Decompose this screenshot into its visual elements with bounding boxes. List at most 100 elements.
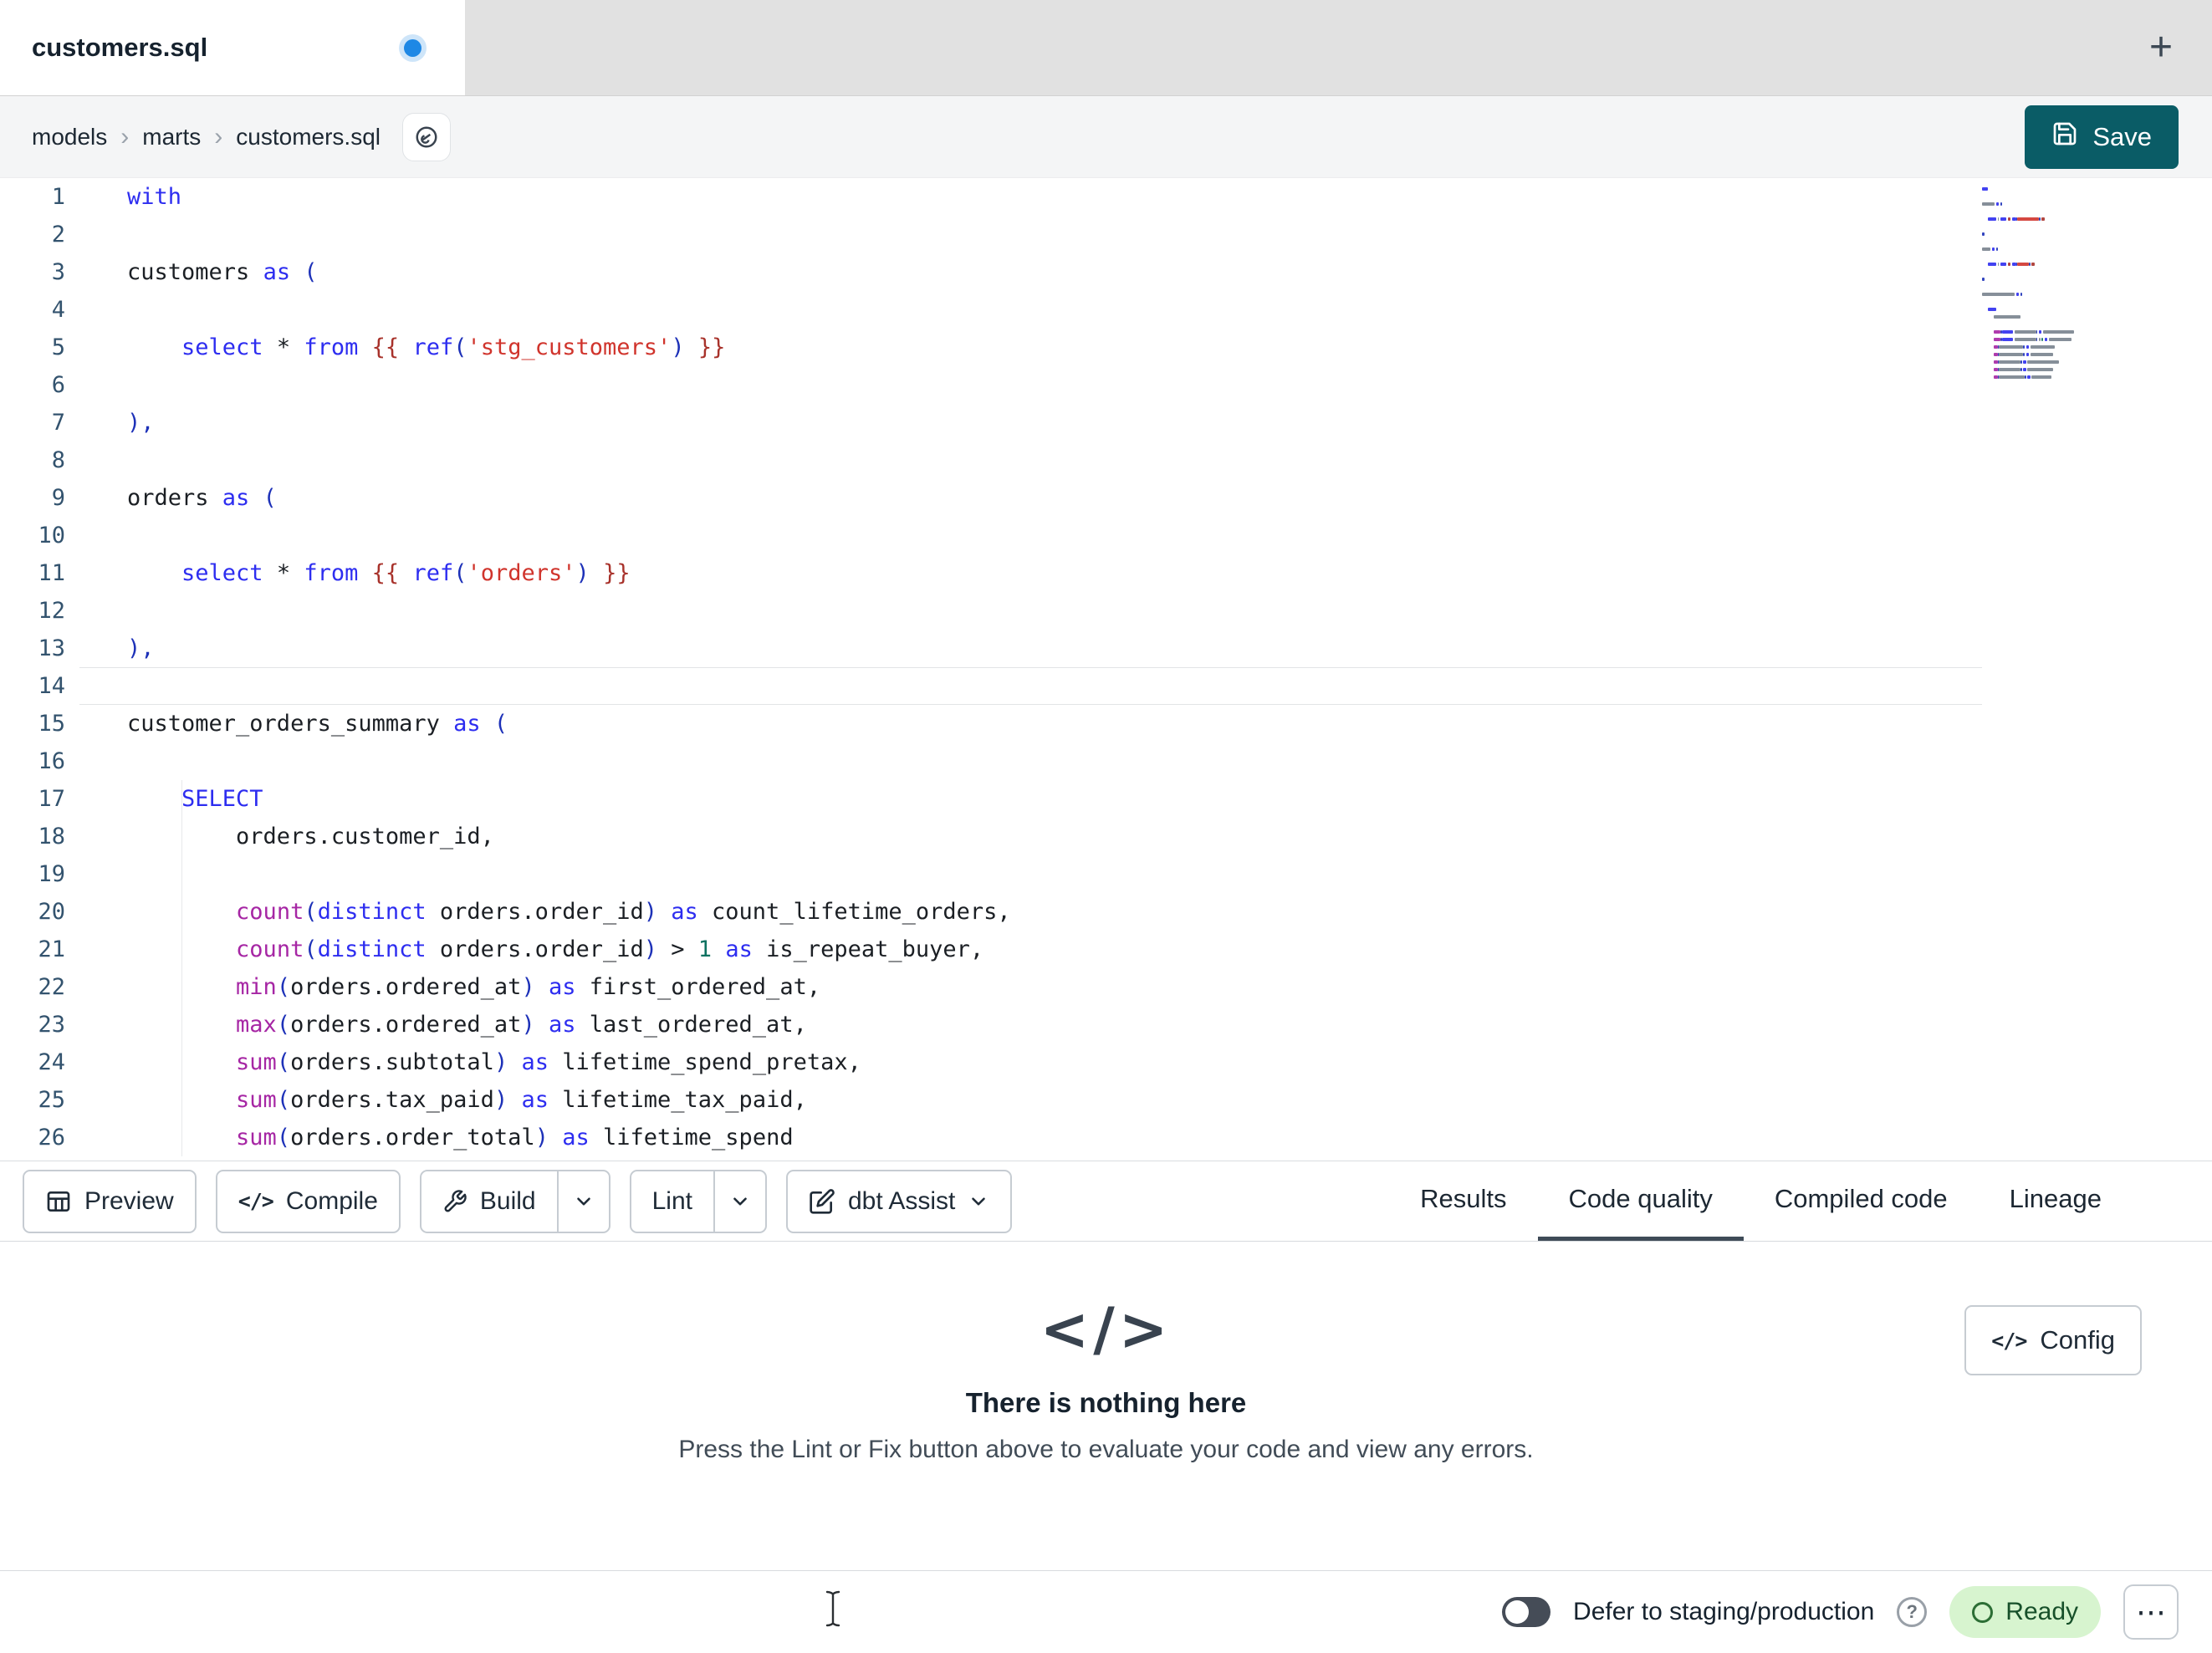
file-action-button[interactable] [401, 112, 451, 161]
ellipsis-icon: ⋯ [2136, 1594, 2166, 1629]
dbt-assist-button[interactable]: dbt Assist [786, 1169, 1013, 1233]
save-button[interactable]: Save [2025, 105, 2179, 169]
defer-toggle[interactable] [1502, 1597, 1551, 1627]
breadcrumb-item-marts[interactable]: marts [142, 124, 201, 151]
line-number: 10 [38, 523, 65, 548]
code-line-14[interactable]: 14 [0, 667, 2212, 705]
code-line-4[interactable]: 4 [0, 291, 2212, 329]
code-line-1[interactable]: 1 with [0, 178, 2212, 216]
overflow-menu-button[interactable]: ⋯ [2123, 1584, 2179, 1640]
breadcrumb-bar: models › marts › customers.sql Save [0, 96, 2212, 178]
tab-lineage[interactable]: Lineage [1979, 1161, 2133, 1241]
code-line-20[interactable]: 20 count(distinct orders.order_id) as co… [0, 893, 2212, 931]
unsaved-changes-dot-icon [404, 38, 421, 57]
file-action-icon [414, 125, 439, 150]
code-line-6[interactable]: 6 [0, 366, 2212, 404]
code-line-8[interactable]: 8 [0, 441, 2212, 479]
breadcrumb-item-models[interactable]: models [32, 124, 107, 151]
minimap-line [1982, 230, 2109, 237]
save-button-label: Save [2092, 121, 2152, 151]
defer-toggle-label: Defer to staging/production [1573, 1598, 1875, 1625]
minimap-line [1982, 313, 2109, 320]
code-line-11[interactable]: 11 select * from {{ ref('orders') }} [0, 554, 2212, 592]
lint-dropdown[interactable] [713, 1171, 765, 1232]
tab-compiled-code[interactable]: Compiled code [1744, 1161, 1979, 1241]
code-line-10[interactable]: 10 [0, 517, 2212, 554]
chevron-down-icon [573, 1191, 595, 1212]
preview-button[interactable]: Preview [23, 1169, 197, 1233]
line-number: 8 [51, 447, 65, 473]
line-number: 17 [38, 786, 65, 812]
minimap-line [1982, 222, 2109, 230]
breadcrumb: models › marts › customers.sql [32, 123, 381, 151]
wrench-icon [442, 1189, 467, 1214]
code-line-26[interactable]: 26 sum(orders.order_total) as lifetime_s… [0, 1119, 2212, 1156]
code-line-15[interactable]: 15 customer_orders_summary as ( [0, 705, 2212, 742]
status-bar: Defer to staging/production ? Ready ⋯ [0, 1570, 2212, 1653]
code-line-22[interactable]: 22 min(orders.ordered_at) as first_order… [0, 968, 2212, 1006]
minimap-line [1982, 305, 2109, 313]
save-icon [2051, 120, 2078, 154]
code-line-23[interactable]: 23 max(orders.ordered_at) as last_ordere… [0, 1006, 2212, 1043]
chevron-down-icon [729, 1191, 751, 1212]
breadcrumb-item-customers-sql[interactable]: customers.sql [236, 124, 381, 151]
result-tabs: Results Code quality Compiled code Lineage [1389, 1161, 2133, 1241]
code-line-5[interactable]: 5 select * from {{ ref('stg_customers') … [0, 329, 2212, 366]
minimap-line [1982, 298, 2109, 305]
build-dropdown[interactable] [556, 1171, 609, 1232]
code-line-3[interactable]: 3 customers as ( [0, 253, 2212, 291]
dbt-ide-window: customers.sql + models › marts › customers.s… [0, 0, 2212, 1653]
line-number: 21 [38, 936, 65, 962]
code-lines: 1 with 2 3 customers as (4 5 select * from {{… [0, 178, 2212, 1156]
build-button-label: Build [479, 1186, 536, 1215]
compile-button[interactable]: </> Compile [215, 1169, 401, 1233]
code-line-7[interactable]: 7), [0, 404, 2212, 441]
line-number: 3 [51, 259, 65, 285]
code-line-19[interactable]: 19 [0, 855, 2212, 893]
tab-code-quality[interactable]: Code quality [1537, 1161, 1744, 1241]
code-line-21[interactable]: 21 count(distinct orders.order_id) > 1 a… [0, 931, 2212, 968]
minimap-line [1982, 320, 2109, 328]
lint-button[interactable]: Lint [629, 1169, 767, 1233]
line-number: 20 [38, 899, 65, 925]
minimap-line [1982, 365, 2109, 373]
table-icon [45, 1188, 72, 1215]
line-number: 5 [51, 334, 65, 360]
line-number: 24 [38, 1049, 65, 1075]
line-number: 11 [38, 560, 65, 586]
config-button[interactable]: </> Config [1964, 1305, 2142, 1375]
code-quality-panel: </> There is nothing here Press the Lint… [0, 1242, 2212, 1570]
minimap[interactable] [1982, 185, 2109, 380]
minimap-line [1982, 200, 2109, 207]
editor-tab-customers-sql[interactable]: customers.sql [0, 0, 465, 95]
toggle-knob [1505, 1600, 1530, 1624]
code-line-12[interactable]: 12 [0, 592, 2212, 630]
code-editor[interactable]: 1 with 2 3 customers as (4 5 select * from {{… [0, 178, 2212, 1161]
code-line-13[interactable]: 13), [0, 630, 2212, 667]
lint-button-main[interactable]: Lint [631, 1171, 713, 1232]
line-number: 26 [38, 1125, 65, 1150]
new-tab-button[interactable]: + [2137, 23, 2185, 72]
tab-title: customers.sql [32, 33, 208, 62]
minimap-line [1982, 335, 2109, 343]
code-line-16[interactable]: 16 [0, 742, 2212, 780]
editor-toolbar: Preview </> Compile Build Lint dbt Assis… [0, 1161, 2212, 1242]
code-line-24[interactable]: 24 sum(orders.subtotal) as lifetime_spen… [0, 1043, 2212, 1081]
minimap-line [1982, 253, 2109, 260]
line-number: 13 [38, 635, 65, 661]
code-line-25[interactable]: 25 sum(orders.tax_paid) as lifetime_tax_… [0, 1081, 2212, 1119]
status-badge[interactable]: Ready [1949, 1586, 2101, 1638]
code-line-2[interactable]: 2 [0, 216, 2212, 253]
build-button[interactable]: Build [419, 1169, 610, 1233]
tab-results[interactable]: Results [1389, 1161, 1537, 1241]
code-line-18[interactable]: 18 orders.customer_id, [0, 818, 2212, 855]
build-button-main[interactable]: Build [421, 1171, 557, 1232]
minimap-line [1982, 343, 2109, 350]
help-icon[interactable]: ? [1897, 1597, 1928, 1627]
line-number: 12 [38, 598, 65, 624]
code-line-9[interactable]: 9 orders as ( [0, 479, 2212, 517]
code-line-17[interactable]: 17 SELECT [0, 780, 2212, 818]
line-number: 1 [51, 184, 65, 210]
line-number: 6 [51, 372, 65, 398]
line-number: 16 [38, 748, 65, 774]
